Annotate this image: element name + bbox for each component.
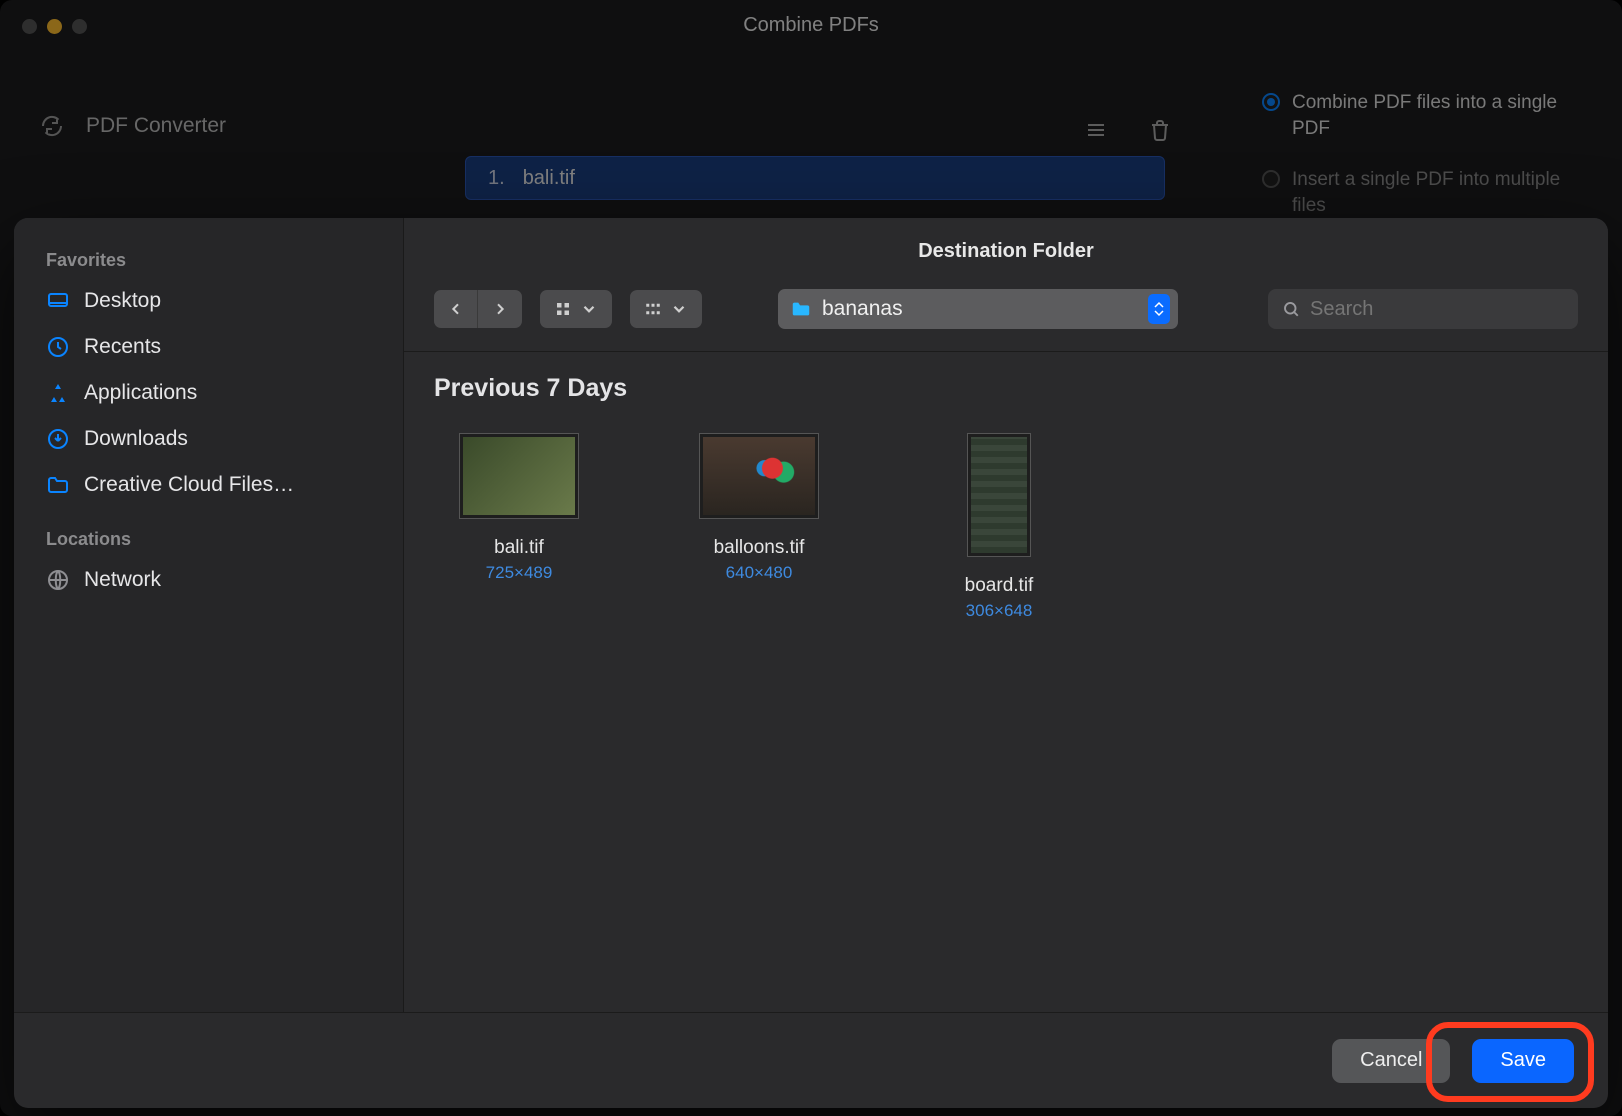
sidebar-item-recents[interactable]: Recents: [40, 331, 383, 363]
folder-icon: [46, 473, 70, 497]
group-by-button[interactable]: [630, 290, 702, 328]
sidebar-favorites-heading: Favorites: [46, 250, 377, 271]
file-name: balloons.tif: [684, 537, 834, 559]
sidebar-item-label: Downloads: [84, 427, 188, 451]
sidebar-item-label: Creative Cloud Files…: [84, 473, 294, 497]
desktop-icon: [46, 289, 70, 313]
sidebar-item-label: Desktop: [84, 289, 161, 313]
section-header: Previous 7 Days: [404, 352, 1608, 413]
sidebar-item-network[interactable]: Network: [40, 564, 383, 596]
file-item[interactable]: board.tif 306×648: [924, 433, 1074, 621]
sidebar-item-label: Network: [84, 568, 161, 592]
thumbnail-icon: [459, 433, 579, 519]
sidebar-item-creative-cloud[interactable]: Creative Cloud Files…: [40, 469, 383, 501]
sidebar-item-applications[interactable]: Applications: [40, 377, 383, 409]
sheet-footer: Cancel Save: [14, 1012, 1608, 1108]
file-dimensions: 640×480: [684, 563, 834, 583]
save-button[interactable]: Save: [1472, 1039, 1574, 1083]
back-button[interactable]: [434, 290, 478, 328]
updown-stepper-icon: [1148, 294, 1170, 324]
sidebar-item-desktop[interactable]: Desktop: [40, 285, 383, 317]
folder-icon: [790, 298, 812, 320]
chevron-down-icon: [670, 300, 688, 318]
search-field[interactable]: [1268, 289, 1578, 329]
sidebar-locations-heading: Locations: [46, 529, 377, 550]
browser-main: Destination Folder: [404, 218, 1608, 1012]
clock-icon: [46, 335, 70, 359]
nav-seg: [434, 290, 522, 328]
chevron-left-icon: [448, 301, 464, 317]
file-item[interactable]: balloons.tif 640×480: [684, 433, 834, 583]
sidebar-item-label: Recents: [84, 335, 161, 359]
thumbnail-icon: [967, 433, 1031, 557]
file-name: bali.tif: [444, 537, 594, 559]
sidebar-item-label: Applications: [84, 381, 197, 405]
applications-icon: [46, 381, 70, 405]
search-input[interactable]: [1310, 298, 1564, 321]
cancel-button[interactable]: Cancel: [1332, 1039, 1450, 1083]
file-name: board.tif: [924, 575, 1074, 597]
file-item[interactable]: bali.tif 725×489: [444, 433, 594, 583]
browser-toolbar: bananas: [404, 289, 1608, 352]
chevron-right-icon: [492, 301, 508, 317]
chevron-down-icon: [580, 300, 598, 318]
view-icon-grid-button[interactable]: [540, 290, 612, 328]
group-icon: [644, 300, 662, 318]
save-panel: Favorites Desktop Recents Applications D…: [14, 218, 1608, 1108]
app-window: Combine PDFs PDF Converter 1. bali.tif C…: [0, 0, 1622, 1116]
sidebar: Favorites Desktop Recents Applications D…: [14, 218, 404, 1012]
file-gallery: bali.tif 725×489 balloons.tif 640×480 bo…: [404, 413, 1608, 641]
thumbnail-icon: [699, 433, 819, 519]
folder-popup-button[interactable]: bananas: [778, 289, 1178, 329]
sidebar-item-downloads[interactable]: Downloads: [40, 423, 383, 455]
forward-button[interactable]: [478, 290, 522, 328]
sheet-title: Destination Folder: [404, 218, 1608, 289]
grid-icon: [554, 300, 572, 318]
file-dimensions: 725×489: [444, 563, 594, 583]
file-dimensions: 306×648: [924, 601, 1074, 621]
network-icon: [46, 568, 70, 592]
search-icon: [1282, 299, 1300, 319]
downloads-icon: [46, 427, 70, 451]
folder-name: bananas: [822, 297, 1138, 321]
